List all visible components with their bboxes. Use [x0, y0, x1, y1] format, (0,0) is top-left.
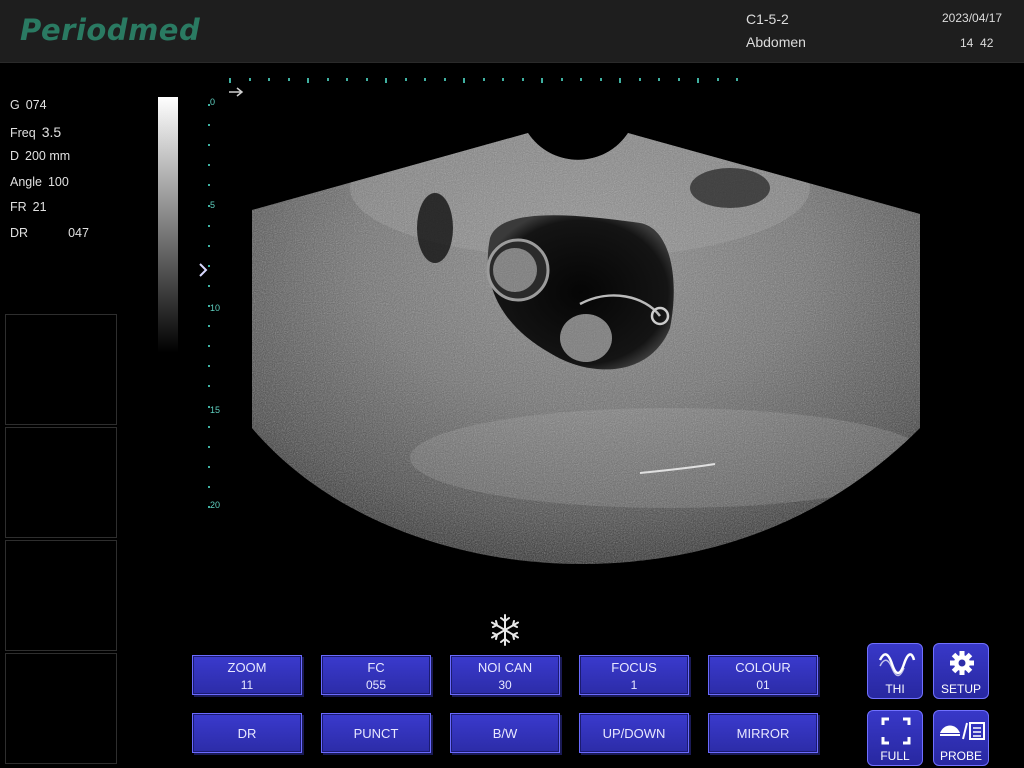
setup-button[interactable]: SETUP [933, 643, 989, 699]
depth-tick [208, 325, 210, 328]
depth-tick [208, 264, 210, 267]
param-frame-rate: FR 21 [10, 200, 47, 214]
depth-tick [208, 465, 210, 468]
probe-icon [940, 722, 985, 740]
depth-tick [208, 425, 210, 428]
bw-button[interactable]: B/W [450, 713, 560, 753]
depth-tick [208, 224, 210, 227]
lateral-tick [599, 78, 602, 81]
lateral-tick [326, 78, 329, 81]
lateral-tick [638, 78, 641, 81]
lateral-tick [424, 78, 426, 81]
imaging-parameters: G 074 Freq 3.5 D 200 mm Angle 100 FR 21 DR 047 [10, 98, 89, 251]
full-button[interactable]: FULL [867, 710, 923, 766]
direction-arrow-icon [229, 87, 244, 97]
brand-logo: Periodmed [20, 13, 201, 47]
depth-tick [208, 405, 210, 408]
fullscreen-icon [881, 717, 911, 745]
param-dynamic-range: DR 047 [10, 225, 89, 240]
dr-button[interactable]: DR [192, 713, 302, 753]
punct-button[interactable]: PUNCT [321, 713, 431, 753]
depth-label-5: 5 [210, 200, 216, 210]
lateral-tick [580, 78, 582, 81]
depth-tick [208, 385, 210, 388]
depth-tick [208, 144, 210, 147]
mirror-button[interactable]: MIRROR [708, 713, 818, 753]
depth-tick [208, 204, 210, 207]
lateral-tick [229, 78, 231, 83]
lateral-tick [346, 78, 348, 81]
lateral-tick [658, 78, 660, 81]
depth-tick [208, 365, 210, 368]
gear-icon [950, 651, 974, 675]
depth-tick [208, 305, 210, 307]
cine-thumbnail-2[interactable] [5, 427, 117, 538]
depth-label-20: 20 [210, 500, 221, 510]
depth-label-0: 0 [210, 97, 216, 107]
colour-button[interactable]: COLOUR 01 [708, 655, 818, 695]
zoom-button[interactable]: ZOOM 11 [192, 655, 302, 695]
focus-marker-icon[interactable] [198, 263, 208, 277]
cine-thumbnail-3[interactable] [5, 540, 117, 651]
lateral-tick [307, 78, 309, 83]
depth-tick [208, 184, 210, 187]
depth-tick [208, 345, 210, 348]
depth-tick [208, 445, 210, 448]
lateral-tick [248, 78, 251, 81]
depth-tick [208, 104, 210, 106]
thi-button[interactable]: THI [867, 643, 923, 699]
cine-thumbnail-1[interactable] [5, 314, 117, 425]
lateral-tick [502, 78, 504, 81]
top-bar: Periodmed C1-5-2 Abdomen 2023/04/17 14 4… [0, 0, 1024, 63]
date: 2023/04/17 [942, 11, 1003, 25]
lateral-tick [521, 78, 524, 81]
depth-label-10: 10 [210, 303, 221, 313]
param-angle: Angle 100 [10, 174, 69, 189]
up-down-button[interactable]: UP/DOWN [579, 713, 689, 753]
depth-tick [208, 164, 210, 167]
snowflake-icon [491, 614, 519, 646]
param-depth: D 200 mm [10, 149, 71, 163]
param-gain: G 074 [10, 98, 47, 112]
focus-button[interactable]: FOCUS 1 [579, 655, 689, 695]
depth-tick [208, 485, 210, 488]
lateral-tick [619, 78, 621, 83]
cine-thumbnail-4[interactable] [5, 653, 117, 764]
depth-tick [208, 284, 210, 287]
lateral-tick [404, 78, 407, 81]
lateral-tick [463, 78, 465, 83]
lateral-tick [365, 78, 368, 81]
lateral-tick [443, 78, 446, 81]
noise-cancel-button[interactable]: NOI CAN 30 [450, 655, 560, 695]
probe-button[interactable]: PROBE [933, 710, 989, 766]
lateral-tick [560, 78, 563, 81]
lateral-tick [482, 78, 485, 81]
param-frequency: Freq 3.5 [10, 123, 62, 140]
grayscale-bar [158, 97, 178, 353]
lateral-tick [697, 78, 699, 83]
lateral-tick [541, 78, 543, 83]
lateral-tick [677, 78, 680, 81]
fc-button[interactable]: FC 055 [321, 655, 431, 695]
depth-label-15: 15 [210, 405, 221, 415]
depth-tick [208, 124, 210, 127]
lateral-tick [716, 78, 719, 81]
lateral-tick [287, 78, 290, 81]
preset-name: C1-5-2 [746, 11, 789, 27]
depth-tick [208, 244, 210, 247]
lateral-tick [736, 78, 738, 81]
lateral-tick [268, 78, 270, 81]
time: 14 42 [960, 36, 994, 50]
ultrasound-image[interactable] [250, 128, 922, 564]
depth-tick [208, 506, 210, 508]
exam-type: Abdomen [746, 34, 806, 50]
lateral-tick [385, 78, 387, 83]
wave-icon [878, 653, 916, 677]
